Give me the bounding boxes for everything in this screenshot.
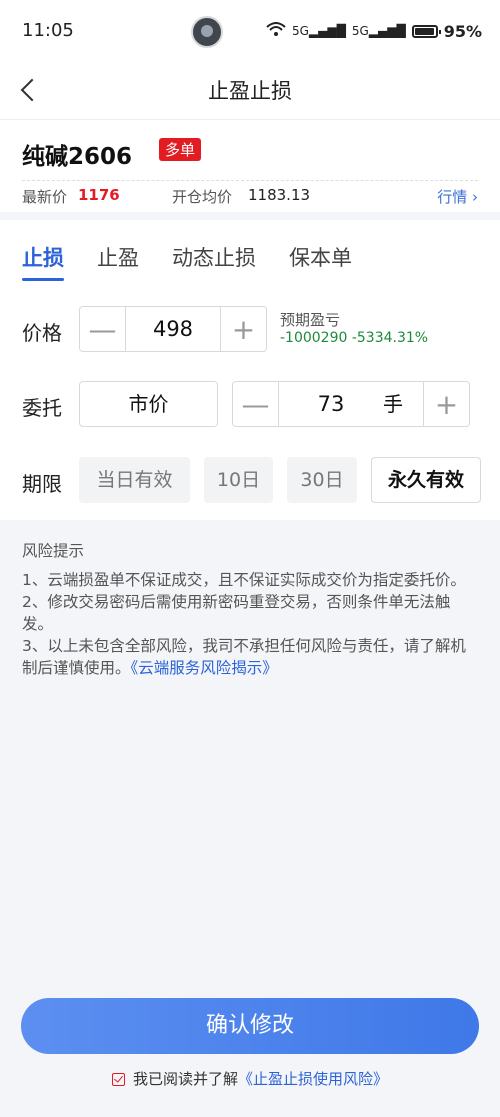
battery-icon [411, 24, 441, 38]
quantity-minus-button[interactable]: — [233, 382, 279, 426]
order-card: 止损 止盈 动态止损 保本单 价格 — 498 + 预期盈亏 -1000290 … [0, 220, 500, 520]
quantity-stepper: — 73 手 + [232, 381, 470, 427]
agreement-row: 我已阅读并了解《止盈止损使用风险》 [0, 1068, 500, 1089]
price-input[interactable]: 498 [126, 307, 220, 351]
validity-option-10d[interactable]: 10日 [204, 457, 273, 503]
page-title: 止盈止损 [208, 79, 292, 103]
order-type-button[interactable]: 市价 [79, 381, 218, 427]
risk-title: 风险提示 [22, 542, 85, 560]
agreement-link[interactable]: 《止盈止损使用风险》 [238, 1070, 388, 1088]
status-icons: 5G▂▄▆█ 5G▂▄▆█ 95% [266, 21, 482, 41]
agreement-text: 我已阅读并了解 [132, 1070, 238, 1088]
front-camera-icon [191, 16, 223, 48]
tab-take-profit[interactable]: 止盈 [97, 242, 139, 272]
divider [22, 180, 478, 181]
quantity-plus-button[interactable]: + [423, 382, 469, 426]
price-info-row: 最新价 1176 开仓均价 1183.13 行情 › [22, 186, 478, 208]
confirm-button[interactable]: 确认修改 [21, 998, 479, 1054]
expected-pnl-value: -1000290 -5334.31% [280, 330, 429, 346]
open-avg-label: 开仓均价 [172, 188, 233, 206]
price-label: 价格 [22, 321, 62, 345]
signal-icon-1: 5G▂▄▆█ [291, 24, 346, 38]
risk-item: 1、云端损盈单不保证成交，且不保证实际成交价为指定委托价。 [22, 571, 466, 589]
validity-option-permanent[interactable]: 永久有效 [371, 457, 481, 503]
status-bar: 11:05 5G▂▄▆█ 5G▂▄▆█ 95% [0, 0, 500, 60]
risk-item: 2、修改交易密码后需使用新密码重登交易，否则条件单无法触发。 [22, 593, 451, 633]
agreement-checkbox-icon[interactable] [111, 1073, 125, 1086]
price-plus-button[interactable]: + [220, 307, 266, 351]
product-info: 纯碱2606 多单 最新价 1176 开仓均价 1183.13 行情 › [0, 120, 500, 212]
tab-breakeven[interactable]: 保本单 [289, 242, 352, 272]
tab-bar: 止损 止盈 动态止损 保本单 [22, 242, 352, 281]
price-minus-button[interactable]: — [80, 307, 126, 351]
open-avg-value: 1183.13 [248, 186, 311, 204]
risk-item: 3、以上未包含全部风险，我司不承担任何风险与责任，请了解机制后谨慎使用。《云端服… [22, 637, 466, 677]
product-name: 纯碱2606 [22, 144, 133, 170]
status-time: 11:05 [22, 20, 74, 41]
validity-option-day[interactable]: 当日有效 [79, 457, 190, 503]
position-tag: 多单 [159, 138, 202, 161]
price-stepper: — 498 + [79, 306, 267, 352]
nav-header: 止盈止损 [0, 60, 500, 120]
quantity-unit: 手 [383, 392, 403, 416]
signal-icon-2: 5G▂▄▆█ [351, 24, 406, 38]
validity-option-30d[interactable]: 30日 [287, 457, 357, 503]
quote-link[interactable]: 行情 › [437, 186, 478, 207]
tab-stop-loss[interactable]: 止损 [22, 242, 64, 281]
wifi-icon [266, 21, 286, 41]
order-label: 委托 [22, 396, 62, 420]
last-price-value: 1176 [78, 186, 120, 204]
battery-percent: 95% [443, 21, 482, 41]
quantity-input[interactable]: 73 [279, 382, 383, 426]
risk-disclosure-link[interactable]: 《云端服务风险揭示》 [131, 659, 278, 677]
tab-trailing-stop[interactable]: 动态止损 [172, 242, 256, 272]
last-price-label: 最新价 [22, 188, 68, 206]
risk-notice: 风险提示 1、云端损盈单不保证成交，且不保证实际成交价为指定委托价。 2、修改交… [22, 540, 478, 679]
expected-pnl-label: 预期盈亏 [280, 311, 341, 329]
validity-label: 期限 [22, 472, 62, 496]
